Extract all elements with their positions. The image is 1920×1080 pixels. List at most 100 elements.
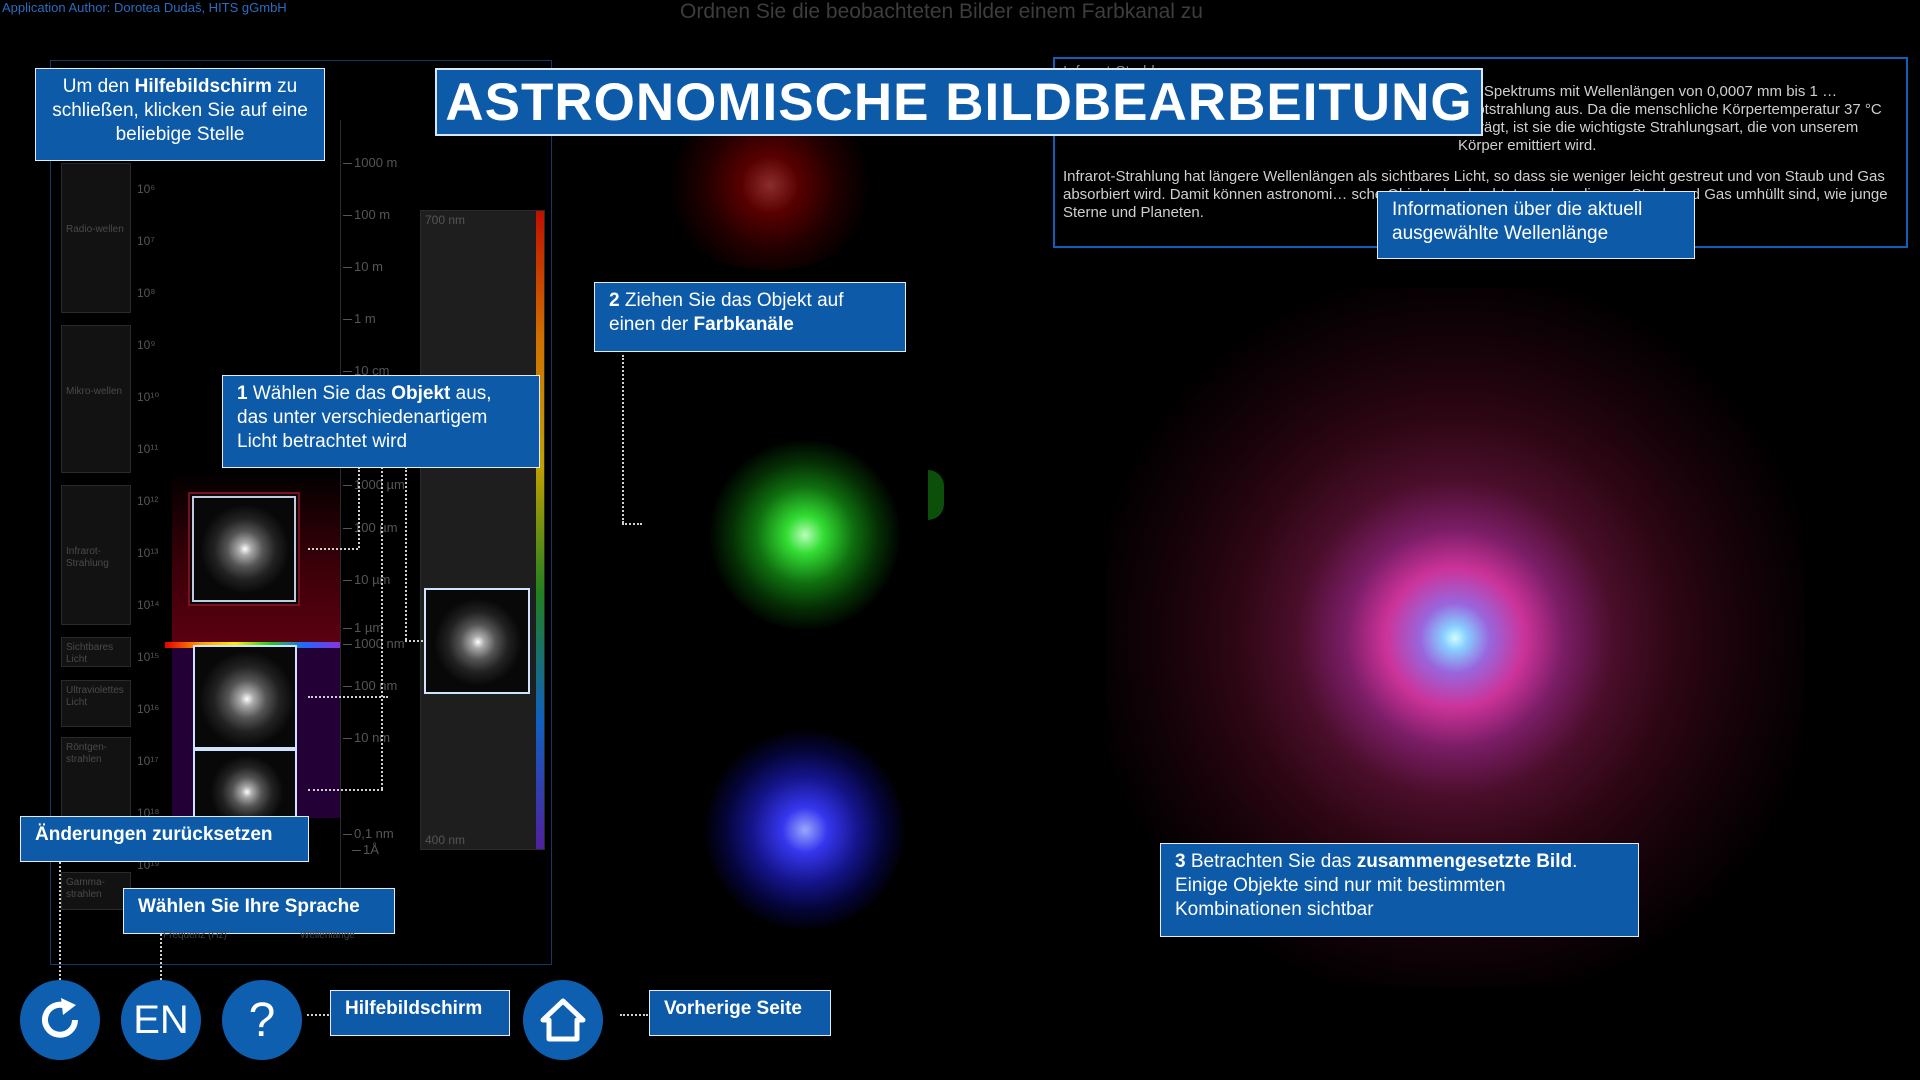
question-mark-icon: ? bbox=[248, 993, 276, 1047]
help-text: Betrachten Sie das bbox=[1185, 851, 1357, 872]
help-text: Vorherige Seite bbox=[664, 998, 802, 1019]
tall-bar-top-label: 700 nm bbox=[425, 213, 466, 227]
step-number: 1 bbox=[237, 383, 248, 404]
wave-tick: 1 µm bbox=[343, 620, 383, 635]
help-text: Informationen über die aktuell ausgewähl… bbox=[1392, 199, 1643, 244]
band-label: Röntgen-strahlen bbox=[66, 742, 108, 765]
freq-tick: 10¹³ bbox=[137, 546, 159, 560]
band-radio[interactable]: Radio-wellen bbox=[61, 163, 131, 313]
blue-channel-slot[interactable] bbox=[705, 730, 905, 930]
help-text: Um den bbox=[62, 76, 135, 97]
help-text-bold: zusammengesetzte Bild bbox=[1356, 851, 1573, 872]
axis-label-frequency: Frequenz (Hz) bbox=[163, 930, 227, 941]
tall-bar-rainbow bbox=[536, 211, 544, 849]
connector-dots bbox=[620, 1014, 648, 1016]
step-number: 3 bbox=[1175, 851, 1186, 872]
wave-tick: 1 m bbox=[343, 311, 376, 326]
band-gamma[interactable]: Gamma-strahlen bbox=[61, 872, 131, 910]
reset-button[interactable] bbox=[20, 980, 100, 1060]
freq-tick: 10¹⁷ bbox=[137, 754, 159, 768]
channel-edge bbox=[928, 470, 944, 520]
help-step-1: 1 Wählen Sie das Objekt aus, das unter v… bbox=[222, 375, 540, 468]
help-text-bold: Farbkanäle bbox=[693, 314, 794, 335]
help-wavelength-info: Informationen über die aktuell ausgewähl… bbox=[1377, 191, 1695, 259]
freq-tick: 10¹² bbox=[137, 494, 159, 508]
band-label: Infrarot-Strahlung bbox=[66, 546, 109, 569]
tall-bar-bottom-label: 400 nm bbox=[425, 833, 466, 847]
green-channel-slot[interactable] bbox=[710, 440, 900, 630]
wave-tick: 10 m bbox=[343, 259, 383, 274]
band-label: Gamma-strahlen bbox=[66, 877, 105, 900]
refresh-icon bbox=[42, 998, 78, 1038]
axis-label-wavelength: Wellenlänge bbox=[300, 930, 355, 941]
freq-tick: 10¹⁶ bbox=[137, 702, 160, 716]
help-text-bold: Objekt bbox=[391, 383, 451, 404]
visible-wavelength-bar[interactable]: 700 nm 400 nm bbox=[420, 210, 545, 850]
band-microwave[interactable]: Mikro-wellen bbox=[61, 325, 131, 473]
connector-dots bbox=[308, 696, 388, 698]
freq-tick: 10¹⁵ bbox=[137, 650, 160, 664]
home-icon bbox=[540, 998, 586, 1042]
author-credit: Application Author: Dorotea Dudaš, HITS … bbox=[2, 0, 287, 15]
band-label: Radio-wellen bbox=[66, 224, 124, 235]
galaxy-image bbox=[200, 504, 290, 594]
help-text: Wählen Sie das bbox=[247, 383, 392, 404]
selected-galaxy-thumbnail[interactable] bbox=[424, 588, 530, 694]
connector-dots bbox=[381, 467, 383, 789]
infrared-galaxy-thumbnail[interactable] bbox=[188, 492, 300, 606]
language-button[interactable]: EN bbox=[121, 980, 201, 1060]
wave-tick: 1Å bbox=[352, 842, 379, 857]
help-step-2: 2 Ziehen Sie das Objekt auf einen der Fa… bbox=[594, 282, 906, 352]
connector-dots bbox=[308, 548, 358, 550]
connector-dots bbox=[405, 640, 423, 642]
wavelength-scale-line bbox=[340, 120, 341, 890]
wave-tick: 0,1 nm bbox=[343, 826, 394, 841]
connector-dots bbox=[307, 1014, 329, 1016]
freq-tick: 10¹⁰ bbox=[137, 390, 160, 404]
freq-tick: 10¹¹ bbox=[137, 442, 159, 456]
wave-tick: 1000 nm bbox=[343, 636, 405, 651]
help-text: Wählen Sie Ihre Sprache bbox=[138, 896, 360, 917]
connector-dots bbox=[160, 934, 162, 980]
freq-tick: 10⁶ bbox=[137, 182, 156, 196]
help-helpscreen-label: Hilfebildschirm bbox=[330, 990, 510, 1036]
wave-tick: 10 µm bbox=[343, 572, 390, 587]
help-text-bold: Hilfebildschirm bbox=[134, 76, 272, 97]
visible-galaxy-thumbnail[interactable] bbox=[193, 645, 297, 749]
help-button[interactable]: ? bbox=[222, 980, 302, 1060]
connector-dots bbox=[358, 467, 360, 548]
band-xray[interactable]: Röntgen-strahlen bbox=[61, 737, 131, 817]
title-text: ASTRONOMISCHE BILDBEARBEITUNG bbox=[445, 72, 1473, 132]
wave-tick: 100 µm bbox=[343, 520, 398, 535]
galaxy-image bbox=[434, 598, 522, 686]
help-language-label: Wählen Sie Ihre Sprache bbox=[123, 888, 395, 934]
band-visible[interactable]: Sichtbares Licht bbox=[61, 637, 131, 667]
galaxy-image bbox=[210, 755, 284, 817]
connector-dots bbox=[622, 523, 642, 525]
band-label: Ultraviolettes Licht bbox=[66, 685, 124, 708]
home-button[interactable] bbox=[523, 980, 603, 1060]
wave-tick: 1000 µm bbox=[343, 477, 405, 492]
help-previous-label: Vorherige Seite bbox=[649, 990, 831, 1036]
connector-dots bbox=[405, 467, 407, 640]
connector-dots bbox=[622, 355, 624, 523]
freq-tick: 10⁹ bbox=[137, 338, 156, 352]
page-instruction: Ordnen Sie die beobachteten Bilder einem… bbox=[680, 0, 1203, 23]
help-close-hint[interactable]: Um den Hilfebildschirm zu schließen, kli… bbox=[35, 68, 325, 161]
band-infrared[interactable]: Infrarot-Strahlung bbox=[61, 485, 131, 625]
ultraviolet-galaxy-thumbnail[interactable] bbox=[193, 749, 297, 819]
connector-dots bbox=[59, 862, 61, 980]
help-text: Änderungen zurücksetzen bbox=[35, 824, 273, 845]
connector-dots bbox=[308, 789, 383, 791]
freq-tick: 10¹⁴ bbox=[137, 598, 160, 612]
wave-tick: 100 m bbox=[343, 207, 390, 222]
band-label: Sichtbares Licht bbox=[66, 642, 114, 665]
help-reset-label: Änderungen zurücksetzen bbox=[20, 816, 309, 862]
step-number: 2 bbox=[609, 290, 620, 311]
band-ultraviolet[interactable]: Ultraviolettes Licht bbox=[61, 680, 131, 727]
wave-tick: 100 nm bbox=[343, 678, 397, 693]
galaxy-image bbox=[199, 651, 295, 747]
language-code: EN bbox=[133, 997, 189, 1042]
wave-tick: 1000 m bbox=[343, 155, 397, 170]
help-text: Hilfebildschirm bbox=[345, 998, 483, 1019]
